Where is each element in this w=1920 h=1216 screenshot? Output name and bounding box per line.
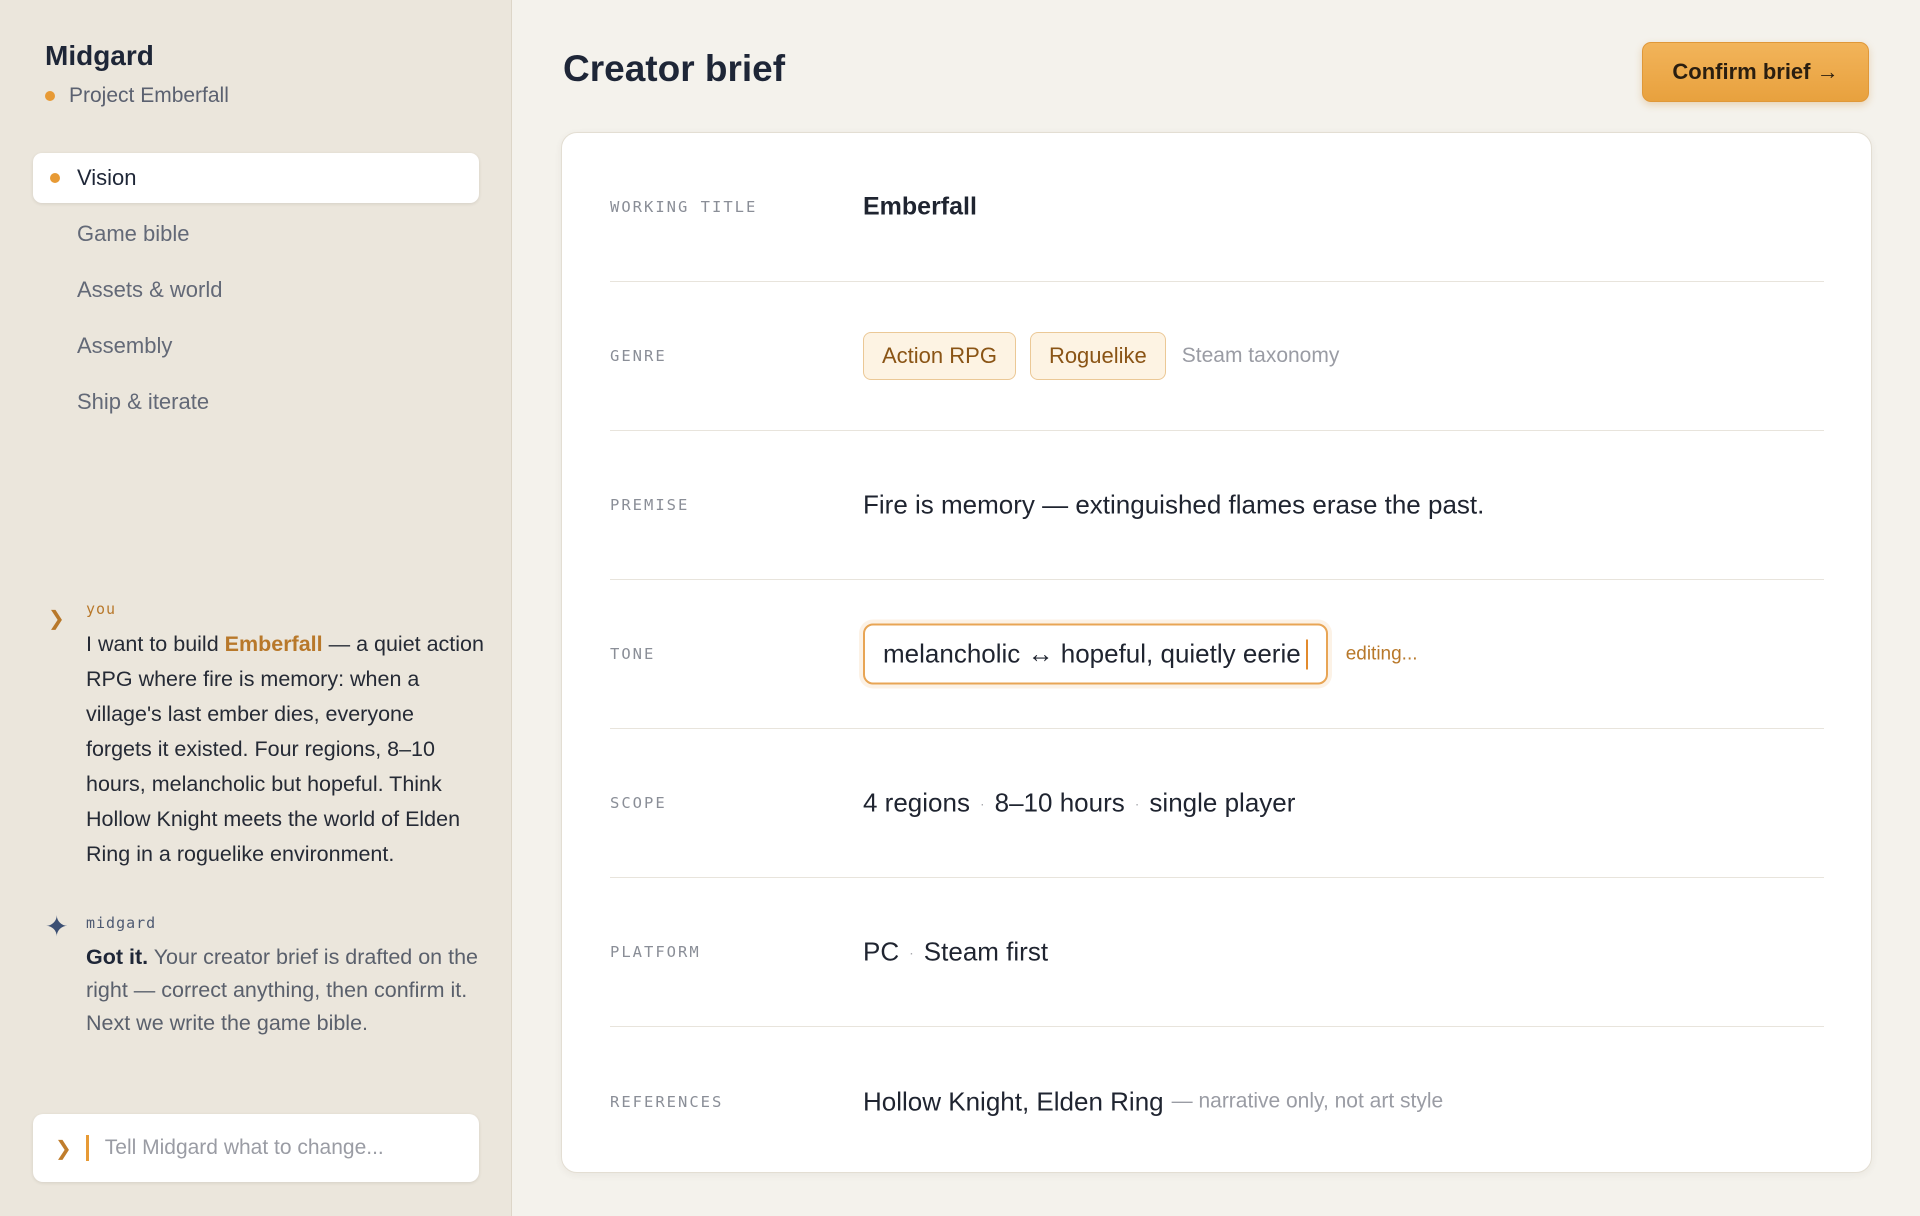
platform-field[interactable]: PC · Steam first	[863, 937, 1048, 968]
brief-row-platform: PLATFORM PC · Steam first	[610, 878, 1824, 1027]
project-status-dot	[45, 91, 55, 101]
sidebar-item-label: Assets & world	[77, 277, 223, 302]
genre-tag[interactable]: Action RPG	[863, 332, 1016, 380]
tone-value: melancholic ↔ hopeful, quietly eerie	[883, 638, 1301, 669]
sidebar-item-assembly[interactable]: Assembly	[33, 321, 479, 371]
chevron-right-icon: ❯	[55, 1137, 72, 1160]
field-label: PREMISE	[610, 496, 690, 514]
app-name: Midgard	[45, 40, 154, 71]
message-text: Got it. Your creator brief is drafted on…	[86, 941, 485, 1040]
brief-row-tone: TONE melancholic ↔ hopeful, quietly eeri…	[610, 580, 1824, 729]
user-message: ❯ you I want to build Emberfall — a quie…	[45, 600, 485, 872]
separator-dot: ·	[1134, 795, 1140, 811]
scope-part: 4 regions	[863, 787, 970, 818]
sidebar-item-assets-world[interactable]: Assets & world	[33, 265, 479, 315]
message-text-part: — a quiet action RPG where fire is memor…	[86, 632, 484, 866]
message-author: you	[86, 600, 117, 618]
working-title-value: Emberfall	[863, 192, 977, 221]
premise-field[interactable]: Fire is memory — extinguished flames era…	[863, 490, 1484, 521]
scope-part: 8–10 hours	[994, 787, 1125, 818]
assistant-message: ✦ midgard Got it. Your creator brief is …	[45, 911, 485, 1040]
references-value: Hollow Knight, Elden Ring	[863, 1086, 1164, 1116]
genre-tag[interactable]: Roguelike	[1029, 332, 1166, 380]
scope-field[interactable]: 4 regions · 8–10 hours · single player	[863, 788, 1295, 819]
sidebar-item-vision[interactable]: Vision	[33, 153, 479, 203]
editing-status: editing...	[1345, 643, 1418, 664]
input-caret	[85, 1135, 89, 1161]
references-note: — narrative only, not art style	[1171, 1089, 1444, 1113]
tone-field: melancholic ↔ hopeful, quietly eerie edi…	[863, 623, 1418, 685]
field-label: PLATFORM	[610, 943, 701, 961]
field-label: REFERENCES	[610, 1092, 724, 1111]
message-text-part: I want to build	[86, 632, 225, 656]
project-name: Project Emberfall	[69, 84, 229, 107]
brief-row-working-title: WORKING TITLE Emberfall	[610, 133, 1824, 282]
brief-row-scope: SCOPE 4 regions · 8–10 hours · single pl…	[610, 729, 1824, 878]
genre-field: Action RPG Roguelike Steam taxonomy	[863, 332, 1339, 380]
chat-input[interactable]	[104, 1136, 445, 1160]
project-name-highlight: Emberfall	[224, 632, 323, 656]
sidebar-item-label: Ship & iterate	[77, 389, 210, 414]
message-text: I want to build Emberfall — a quiet acti…	[86, 627, 485, 872]
chat-input-box[interactable]: ❯	[33, 1114, 479, 1182]
confirm-brief-button[interactable]: Confirm brief →	[1642, 42, 1869, 102]
sidebar-item-label: Assembly	[77, 333, 173, 358]
sidebar-item-label: Vision	[77, 165, 137, 190]
field-label: SCOPE	[610, 794, 667, 812]
page-title: Creator brief	[563, 48, 786, 89]
sidebar-item-game-bible[interactable]: Game bible	[33, 209, 479, 259]
tone-input[interactable]: melancholic ↔ hopeful, quietly eerie	[863, 623, 1328, 685]
brief-row-references: REFERENCES Hollow Knight, Elden Ring — n…	[610, 1027, 1824, 1176]
separator-dot: ·	[909, 944, 914, 960]
brief-row-genre: GENRE Action RPG Roguelike Steam taxonom…	[610, 282, 1824, 431]
scope-part: single player	[1149, 787, 1296, 818]
premise-value: Fire is memory — extinguished flames era…	[863, 489, 1485, 520]
sidebar-nav: Vision Game bible Assets & world Assembl…	[33, 153, 479, 433]
working-title-field[interactable]: Emberfall	[863, 193, 977, 222]
project-indicator[interactable]: Project Emberfall	[45, 84, 229, 108]
platform-part: PC	[863, 936, 900, 967]
sidebar-item-ship-iterate[interactable]: Ship & iterate	[33, 377, 479, 427]
active-indicator-dot	[50, 173, 60, 183]
message-lead: Got it.	[86, 945, 149, 969]
sidebar-item-label: Game bible	[77, 221, 190, 246]
brief-card: WORKING TITLE Emberfall GENRE Action RPG…	[561, 132, 1872, 1173]
sparkle-icon: ✦	[45, 911, 69, 942]
platform-part: Steam first	[923, 936, 1049, 967]
references-field[interactable]: Hollow Knight, Elden Ring — narrative on…	[863, 1086, 1443, 1117]
text-caret	[1305, 639, 1308, 669]
brief-row-premise: PREMISE Fire is memory — extinguished fl…	[610, 431, 1824, 580]
message-author: midgard	[86, 914, 157, 932]
sidebar: Midgard Project Emberfall Vision Game bi…	[0, 0, 512, 1216]
chevron-right-icon: ❯	[48, 608, 65, 630]
field-label: GENRE	[610, 347, 667, 365]
separator-dot: ·	[979, 795, 985, 811]
chat-thread: ❯ you I want to build Emberfall — a quie…	[45, 600, 485, 1040]
genre-note: Steam taxonomy	[1181, 344, 1340, 367]
field-label: TONE	[610, 645, 656, 663]
field-label: WORKING TITLE	[610, 198, 758, 216]
